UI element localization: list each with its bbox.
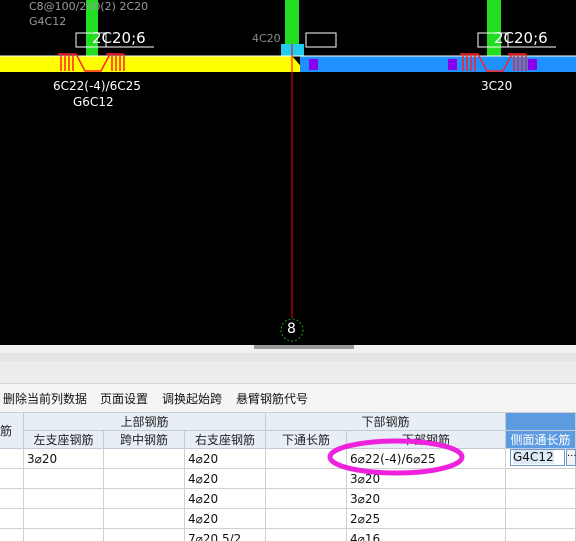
- column-middle: [285, 0, 299, 46]
- top-label-side: G4C12: [29, 15, 67, 28]
- panel-splitter[interactable]: [0, 345, 576, 353]
- table-cell-side[interactable]: [506, 489, 576, 509]
- rebar-table: 筋 上部钢筋 下部钢筋 左支座钢筋 跨中钢筋 右支座钢筋 下通长筋 下部钢筋 侧…: [0, 413, 576, 541]
- table-cell-left[interactable]: 3⌀20: [24, 449, 104, 469]
- table-cell-stub[interactable]: [0, 529, 24, 541]
- table-cell-through[interactable]: [266, 529, 347, 541]
- table-cell-stub[interactable]: [0, 469, 24, 489]
- support-marker: [528, 59, 537, 70]
- table-cell-left[interactable]: [24, 509, 104, 529]
- left-bottom-rebar-label: 6C22(-4)/6C25: [53, 79, 141, 93]
- delete-column-data-button[interactable]: 删除当前列数据: [3, 390, 87, 407]
- right-bottom-rebar-label: 3C20: [481, 79, 513, 93]
- table-cell-bottom[interactable]: 4⌀16: [347, 529, 506, 541]
- splitter-grip[interactable]: [254, 345, 354, 349]
- table-cell-right[interactable]: 7⌀20 5/2: [185, 529, 266, 541]
- table-cell-through[interactable]: [266, 489, 347, 509]
- page-setup-button[interactable]: 页面设置: [100, 390, 148, 407]
- table-cell-side[interactable]: [506, 509, 576, 529]
- header-group-top-rebar: 上部钢筋: [24, 413, 266, 431]
- cantilever-code-button[interactable]: 悬臂钢筋代号: [236, 390, 308, 407]
- table-cell-mid[interactable]: [104, 529, 185, 541]
- drawing-canvas[interactable]: C8@100/200(2) 2C20 G4C12 2C20;6 4C20 2C2…: [0, 0, 576, 345]
- table-cell-right[interactable]: 4⌀20: [185, 509, 266, 529]
- table-cell-through[interactable]: [266, 449, 347, 469]
- table-cell-through[interactable]: [266, 469, 347, 489]
- swap-start-span-button[interactable]: 调换起始跨: [162, 390, 222, 407]
- table-cell-side[interactable]: [506, 469, 576, 489]
- support-marker: [448, 59, 457, 70]
- table-cell-mid[interactable]: [104, 469, 185, 489]
- table-cell-left[interactable]: [24, 529, 104, 541]
- left-side-rebar-label: G6C12: [73, 95, 114, 109]
- table-cell-bottom[interactable]: 3⌀20: [347, 489, 506, 509]
- side-rebar-edit-input[interactable]: G4C12: [510, 449, 565, 466]
- header-side-rebar[interactable]: 侧面通长筋: [506, 431, 576, 449]
- table-cell-stub[interactable]: [0, 509, 24, 529]
- table-cell-mid[interactable]: [104, 489, 185, 509]
- table-cell-through[interactable]: [266, 509, 347, 529]
- panel-header-area: [0, 361, 576, 384]
- table-cell-side[interactable]: [506, 529, 576, 541]
- table-cell-bottom[interactable]: 6⌀22(-4)/6⌀25: [347, 449, 506, 469]
- table-cell-bottom[interactable]: 3⌀20: [347, 469, 506, 489]
- table-cell-right[interactable]: 4⌀20: [185, 469, 266, 489]
- table-cell-left[interactable]: [24, 489, 104, 509]
- right-top-rebar-label: 2C20;6: [494, 29, 548, 47]
- header-left-stub: 筋: [0, 413, 24, 449]
- header-left-support[interactable]: 左支座钢筋: [24, 431, 104, 449]
- label-box: [305, 32, 337, 48]
- table-cell-mid[interactable]: [104, 509, 185, 529]
- header-group-bottom-rebar: 下部钢筋: [266, 413, 506, 431]
- beam-drawing: [0, 0, 576, 342]
- panel-caption-bar: [0, 353, 576, 361]
- side-rebar-input-value: G4C12: [513, 450, 554, 464]
- side-rebar-more-button[interactable]: ···: [566, 449, 576, 466]
- middle-column-label: 4C20: [252, 32, 281, 45]
- table-cell-left[interactable]: [24, 469, 104, 489]
- header-bottom-rebar[interactable]: 下部钢筋: [347, 431, 506, 449]
- header-right-support[interactable]: 右支座钢筋: [185, 431, 266, 449]
- beam-yellow: [0, 56, 292, 72]
- table-cell-right[interactable]: 4⌀20: [185, 449, 266, 469]
- header-mid-span[interactable]: 跨中钢筋: [104, 431, 185, 449]
- header-left-stub-label: 筋: [0, 424, 13, 438]
- table-cell-stub[interactable]: [0, 489, 24, 509]
- table-cell-stub[interactable]: [0, 449, 24, 469]
- table-cell-bottom[interactable]: 2⌀25: [347, 509, 506, 529]
- left-top-rebar-label: 2C20;6: [92, 29, 146, 47]
- support-marker: [309, 59, 318, 70]
- header-bottom-through[interactable]: 下通长筋: [266, 431, 347, 449]
- table-toolbar: 删除当前列数据 页面设置 调换起始跨 悬臂钢筋代号: [0, 384, 576, 413]
- table-cell-right[interactable]: 4⌀20: [185, 489, 266, 509]
- top-label-stirrup: C8@100/200(2) 2C20: [29, 0, 149, 13]
- header-side-blank: [506, 413, 576, 431]
- table-cell-mid[interactable]: [104, 449, 185, 469]
- axis-number: 8: [287, 321, 296, 337]
